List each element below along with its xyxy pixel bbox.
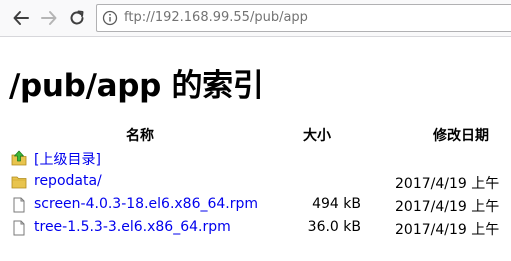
url-text[interactable]: ftp://192.168.99.55/pub/app <box>124 10 308 25</box>
folder-link-repodata[interactable]: repodata/ <box>34 173 102 189</box>
page-title: /pub/app 的索引 <box>9 68 264 104</box>
table-row: screen-4.0.3-18.el6.x86_64.rpm 494 kB 20… <box>0 194 511 216</box>
file-icon <box>13 220 25 236</box>
column-header-modified[interactable]: 修改日期 <box>433 125 489 145</box>
back-arrow-icon <box>13 11 29 25</box>
reload-button[interactable] <box>66 7 88 29</box>
file-size: 36.0 kB <box>307 219 361 235</box>
column-header-size[interactable]: 大小 <box>303 125 331 145</box>
browser-toolbar: ftp://192.168.99.55/pub/app <box>0 0 511 37</box>
file-date: 2017/4/19 上午 <box>395 222 500 238</box>
file-icon <box>13 197 25 213</box>
forward-arrow-icon <box>41 11 57 25</box>
column-header-name[interactable]: 名称 <box>126 125 154 145</box>
table-row: repodata/ 2017/4/19 上午 <box>0 171 511 193</box>
back-button[interactable] <box>10 7 32 29</box>
file-link-screen-rpm[interactable]: screen-4.0.3-18.el6.x86_64.rpm <box>34 196 258 212</box>
file-date: 2017/4/19 上午 <box>395 176 500 192</box>
file-date: 2017/4/19 上午 <box>395 199 500 215</box>
reload-icon <box>70 10 84 25</box>
file-link-tree-rpm[interactable]: tree-1.5.3-3.el6.x86_64.rpm <box>34 219 231 235</box>
parent-directory-link[interactable]: [上级目录] <box>34 149 101 169</box>
address-bar[interactable]: ftp://192.168.99.55/pub/app <box>96 4 511 32</box>
folder-icon <box>11 176 27 189</box>
up-folder-icon <box>11 150 27 166</box>
table-row: tree-1.5.3-3.el6.x86_64.rpm 36.0 kB 2017… <box>0 217 511 239</box>
info-icon[interactable] <box>102 10 118 26</box>
file-size: 494 kB <box>312 196 361 212</box>
forward-button[interactable] <box>38 7 60 29</box>
table-row: [上级目录] <box>0 147 511 169</box>
